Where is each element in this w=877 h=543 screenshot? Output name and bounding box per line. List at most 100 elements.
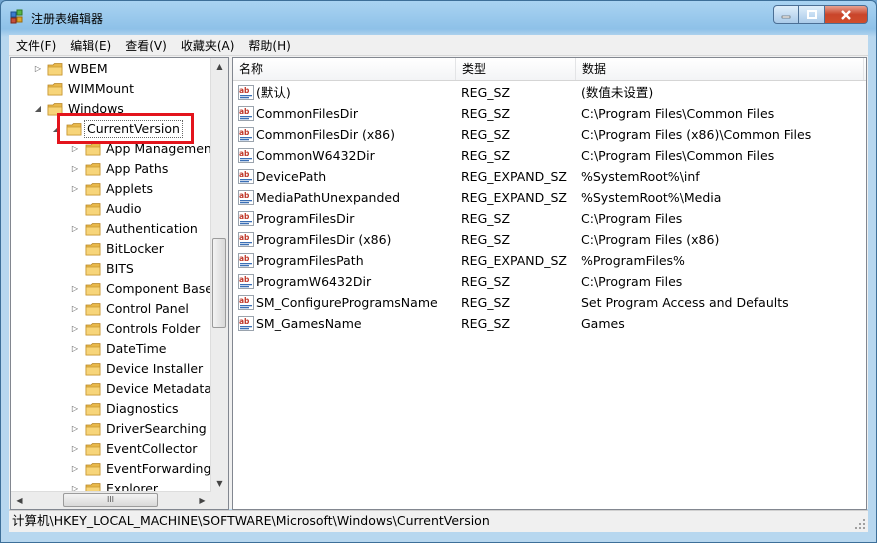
tree-item[interactable]: ▷ Diagnostics xyxy=(11,399,228,419)
tree-item-label: Device Installer xyxy=(106,361,204,376)
collapsed-arrow-icon[interactable]: ▷ xyxy=(70,179,80,199)
minimize-button[interactable] xyxy=(773,5,799,24)
menu-file[interactable]: 文件(F) xyxy=(9,37,63,54)
tree-item[interactable]: ▷ App Paths xyxy=(11,159,228,179)
list-header: 名称 类型 数据 xyxy=(233,58,866,81)
value-type: REG_SZ xyxy=(461,127,511,142)
string-value-icon: ab xyxy=(238,295,254,310)
folder-icon xyxy=(85,403,101,416)
folder-icon xyxy=(85,203,101,216)
maximize-button[interactable] xyxy=(799,5,825,24)
tree-item-label: WIMMount xyxy=(68,81,135,96)
svg-text:ab: ab xyxy=(239,149,250,158)
value-type: REG_SZ xyxy=(461,211,511,226)
list-item[interactable]: ab SM_ConfigureProgramsName REG_SZ Set Prog… xyxy=(233,292,866,313)
tree-item[interactable]: ▷ Applets xyxy=(11,179,228,199)
column-header-type[interactable]: 类型 xyxy=(456,58,576,80)
collapsed-arrow-icon[interactable]: ▷ xyxy=(70,319,80,339)
tree-item[interactable]: Device Metadata xyxy=(11,379,228,399)
menu-favorites[interactable]: 收藏夹(A) xyxy=(174,37,242,54)
tree-item[interactable]: ▷Component Based Servicing xyxy=(11,279,228,299)
tree-item[interactable]: WIMMount xyxy=(11,79,228,99)
title-bar[interactable]: 注册表编辑器 xyxy=(1,1,876,35)
tree-item-label: Control Panel xyxy=(106,301,189,316)
list-item[interactable]: ab CommonFilesDir (x86) REG_SZ C:\Program F… xyxy=(233,124,866,145)
tree-horizontal-scroll-thumb[interactable]: III xyxy=(63,493,158,507)
folder-icon xyxy=(85,303,101,316)
scroll-down-arrow-icon[interactable]: ▼ xyxy=(211,475,228,492)
collapsed-arrow-icon[interactable]: ▷ xyxy=(70,219,80,239)
tree-item[interactable]: Device Installer xyxy=(11,359,228,379)
tree-item[interactable]: BITS xyxy=(11,259,228,279)
folder-icon xyxy=(85,223,101,236)
tree-item[interactable]: ▷ Control Panel xyxy=(11,299,228,319)
folder-icon xyxy=(85,343,101,356)
list-item[interactable]: ab DevicePath REG_EXPAND_SZ %SystemRoot%\in… xyxy=(233,166,866,187)
scroll-left-arrow-icon[interactable]: ◀ xyxy=(11,492,28,509)
value-data: C:\Program Files xyxy=(581,211,683,226)
collapsed-arrow-icon[interactable]: ▷ xyxy=(70,299,80,319)
tree-item-label: WBEM xyxy=(68,61,108,76)
menu-view[interactable]: 查看(V) xyxy=(118,37,174,54)
string-value-icon: ab xyxy=(238,211,254,226)
svg-text:ab: ab xyxy=(239,191,250,200)
scroll-right-arrow-icon[interactable]: ▶ xyxy=(194,492,211,509)
collapsed-arrow-icon[interactable]: ▷ xyxy=(70,419,80,439)
tree-item[interactable]: ▷ EventForwarding xyxy=(11,459,228,479)
tree-item[interactable]: ▷ WBEM xyxy=(11,59,228,79)
value-name: ProgramFilesPath xyxy=(256,253,364,268)
column-header-data[interactable]: 数据 xyxy=(576,58,864,80)
value-type: REG_SZ xyxy=(461,85,511,100)
list-item[interactable]: ab ProgramFilesDir (x86) REG_SZ C:\Program … xyxy=(233,229,866,250)
tree-item[interactable]: BitLocker xyxy=(11,239,228,259)
tree-item[interactable]: ▷ DateTime xyxy=(11,339,228,359)
expanded-arrow-icon[interactable]: ◢ xyxy=(33,99,43,119)
collapsed-arrow-icon[interactable]: ▷ xyxy=(70,339,80,359)
collapsed-arrow-icon[interactable]: ▷ xyxy=(70,439,80,459)
collapsed-arrow-icon[interactable]: ▷ xyxy=(70,399,80,419)
folder-icon xyxy=(85,143,101,156)
tree-item[interactable]: ▷ Authentication xyxy=(11,219,228,239)
close-button[interactable] xyxy=(825,5,868,24)
folder-icon xyxy=(85,323,101,336)
collapsed-arrow-icon[interactable]: ▷ xyxy=(70,159,80,179)
scroll-up-arrow-icon[interactable]: ▲ xyxy=(211,58,228,75)
column-header-name[interactable]: 名称 xyxy=(233,58,456,80)
list-item[interactable]: ab ProgramFilesDir REG_SZ C:\Program Files xyxy=(233,208,866,229)
list-item[interactable]: ab (默认) REG_SZ (数值未设置) xyxy=(233,82,866,103)
list-item[interactable]: ab SM_GamesName REG_SZ Games xyxy=(233,313,866,334)
menu-help[interactable]: 帮助(H) xyxy=(241,37,297,54)
svg-text:ab: ab xyxy=(239,317,250,326)
list-item[interactable]: ab CommonW6432Dir REG_SZ C:\Program Files\C… xyxy=(233,145,866,166)
tree-vertical-scroll-thumb[interactable] xyxy=(212,238,226,328)
tree-item-label: Device Metadata xyxy=(106,381,212,396)
list-item[interactable]: ab CommonFilesDir REG_SZ C:\Program Files\C… xyxy=(233,103,866,124)
registry-key-tree[interactable]: ▷ WBEM WIMMount ◢ Windows ◢ CurrentVersion ▷ App… xyxy=(10,57,229,510)
collapsed-arrow-icon[interactable]: ▷ xyxy=(33,59,43,79)
tree-item-label: Authentication xyxy=(106,221,198,236)
tree-item[interactable]: Audio xyxy=(11,199,228,219)
tree-horizontal-scrollbar[interactable]: ◀ III ▶ xyxy=(11,491,211,509)
registry-values-list[interactable]: 名称 类型 数据 ab (默认) REG_SZ (数值未设置) ab CommonFile… xyxy=(232,57,867,510)
list-item[interactable]: ab ProgramFilesPath REG_EXPAND_SZ %ProgramF… xyxy=(233,250,866,271)
tree-item[interactable]: ▷ Controls Folder xyxy=(11,319,228,339)
window-title: 注册表编辑器 xyxy=(31,12,104,26)
tree-item[interactable]: ▷ EventCollector xyxy=(11,439,228,459)
collapsed-arrow-icon[interactable]: ▷ xyxy=(70,279,80,299)
menu-edit[interactable]: 编辑(E) xyxy=(63,37,118,54)
svg-text:ab: ab xyxy=(239,107,250,116)
tree-item-label: Audio xyxy=(106,201,142,216)
value-type: REG_SZ xyxy=(461,295,511,310)
value-name: DevicePath xyxy=(256,169,327,184)
list-item[interactable]: ab ProgramW6432Dir REG_SZ C:\Program Files xyxy=(233,271,866,292)
resize-grip-icon[interactable] xyxy=(854,518,866,530)
value-name: (默认) xyxy=(256,85,291,100)
minimize-icon xyxy=(781,15,791,18)
folder-icon xyxy=(85,163,101,176)
tree-item[interactable]: ▷ DriverSearching xyxy=(11,419,228,439)
collapsed-arrow-icon[interactable]: ▷ xyxy=(70,459,80,479)
tree-item-label: Applets xyxy=(106,181,153,196)
window-controls xyxy=(773,5,868,25)
tree-vertical-scrollbar[interactable]: ▲ ▼ xyxy=(210,58,228,492)
list-item[interactable]: ab MediaPathUnexpanded REG_EXPAND_SZ %Syste… xyxy=(233,187,866,208)
